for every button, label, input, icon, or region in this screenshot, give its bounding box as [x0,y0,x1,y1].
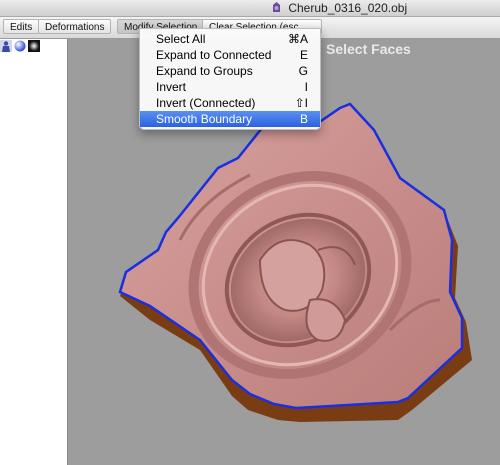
document-icon [273,2,280,12]
modify-selection-menu: Select All ⌘A Expand to Connected E Expa… [139,28,321,130]
menu-item-invert[interactable]: Invert I [140,79,320,95]
lighting-icon[interactable] [28,40,40,52]
figure-icon[interactable] [0,40,12,52]
menu-item-expand-connected[interactable]: Expand to Connected E [140,47,320,63]
mode-label: Select Faces [326,41,411,57]
window-title: Cherub_0316_020.obj [288,1,408,15]
sphere-icon[interactable] [14,40,26,52]
menu-edits[interactable]: Edits [3,19,40,34]
menu-item-invert-connected[interactable]: Invert (Connected) ⇧I [140,95,320,111]
title-bar: Cherub_0316_020.obj [0,0,500,17]
menu-deformations[interactable]: Deformations [38,19,112,34]
menu-item-select-all[interactable]: Select All ⌘A [140,31,320,47]
window-title-area: Cherub_0316_020.obj [272,1,407,15]
left-panel [0,39,68,465]
tool-row [0,39,67,55]
menu-item-smooth-boundary[interactable]: Smooth Boundary B [140,111,320,127]
menu-item-expand-groups[interactable]: Expand to Groups G [140,63,320,79]
